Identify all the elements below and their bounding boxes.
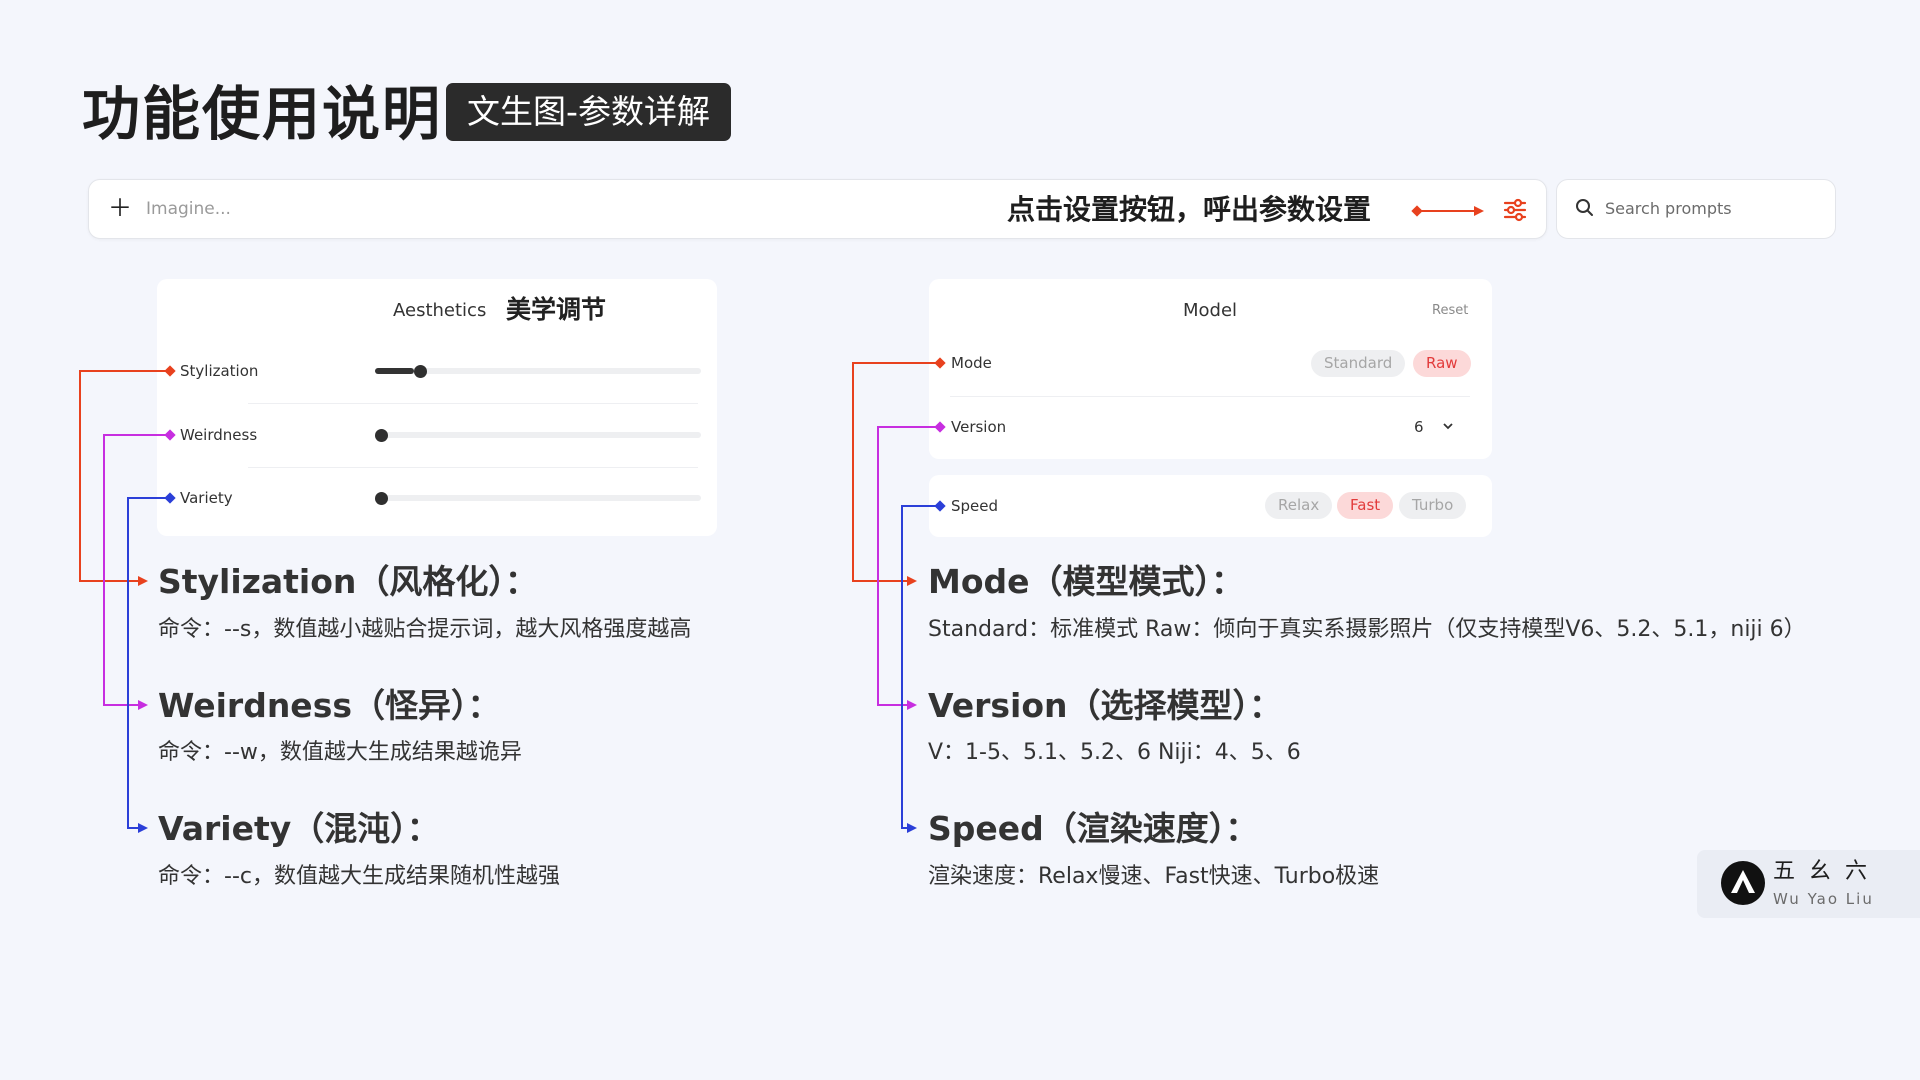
stylization-slider-fill — [375, 368, 415, 374]
imagine-input[interactable]: Imagine... — [146, 198, 231, 220]
model-title: Model — [1183, 300, 1238, 321]
connector-line — [877, 426, 939, 428]
variety-label: Variety — [180, 489, 233, 507]
divider — [950, 396, 1470, 397]
aesthetics-title-cn: 美学调节 — [506, 295, 607, 324]
stylization-heading: Stylization（风格化）： — [158, 562, 538, 601]
variety-heading: Variety（混沌）： — [158, 809, 440, 848]
plus-icon[interactable]: ＋ — [108, 193, 132, 223]
weirdness-heading: Weirdness（怪异）： — [158, 686, 501, 725]
variety-slider-track[interactable] — [375, 495, 701, 501]
hint-arrow-head — [1474, 206, 1484, 216]
speed-fast-option[interactable]: Fast — [1337, 492, 1394, 519]
stylization-description: 命令：--s，数值越小越贴合提示词，越大风格强度越高 — [158, 617, 692, 642]
connector-arrow — [907, 823, 917, 833]
page-title: 功能使用说明 — [82, 80, 443, 148]
connector-line — [79, 580, 138, 582]
mode-heading: Mode（模型模式）： — [928, 562, 1245, 601]
aesthetics-title: Aesthetics — [393, 300, 487, 321]
connector-line — [127, 497, 129, 829]
connector-line — [852, 362, 939, 364]
logo-icon — [1720, 860, 1766, 910]
variety-description: 命令：--c，数值越大生成结果随机性越强 — [158, 864, 560, 889]
mode-label: Mode — [951, 354, 992, 372]
connector-line — [103, 434, 105, 706]
connector-arrow — [907, 700, 917, 710]
version-description: V：1-5、5.1、5.2、6 Niji：4、5、6 — [928, 740, 1301, 765]
title-badge: 文生图-参数详解 — [446, 83, 731, 141]
connector-arrow — [138, 700, 148, 710]
connector-line — [103, 434, 169, 436]
reset-button[interactable]: Reset — [1432, 302, 1468, 320]
connector-line — [852, 362, 854, 582]
weirdness-description: 命令：--w，数值越大生成结果越诡异 — [158, 740, 522, 765]
connector-line — [852, 580, 907, 582]
divider — [248, 467, 698, 468]
search-input[interactable]: Search prompts — [1605, 198, 1732, 220]
variety-slider-knob[interactable] — [374, 492, 388, 505]
hint-arrow-line — [1418, 210, 1474, 212]
speed-heading: Speed（渲染速度）： — [928, 809, 1259, 848]
connector-line — [877, 426, 879, 706]
connector-line — [103, 704, 138, 706]
logo-text-en: Wu Yao Liu — [1773, 890, 1874, 908]
connector-arrow — [907, 576, 917, 586]
divider — [248, 403, 698, 404]
connector-line — [127, 827, 138, 829]
connector-line — [901, 505, 939, 507]
speed-description: 渲染速度：Relax慢速、Fast快速、Turbo极速 — [928, 864, 1380, 889]
chevron-down-icon[interactable] — [1440, 418, 1456, 438]
logo-text-cn: 五幺六 — [1773, 859, 1882, 884]
connector-line — [79, 370, 81, 582]
settings-hint: 点击设置按钮，呼出参数设置 — [1007, 193, 1372, 226]
weirdness-slider-track[interactable] — [375, 432, 701, 438]
mode-standard-option[interactable]: Standard — [1311, 350, 1406, 377]
sliders-icon[interactable] — [1500, 195, 1530, 229]
version-value[interactable]: 6 — [1414, 417, 1424, 437]
mode-description: Standard：标准模式 Raw：倾向于真实系摄影照片（仅支持模型V6、5.2… — [928, 617, 1806, 642]
connector-arrow — [138, 823, 148, 833]
connector-arrow — [138, 576, 148, 586]
connector-line — [79, 370, 169, 372]
mode-raw-option[interactable]: Raw — [1413, 350, 1471, 377]
weirdness-label: Weirdness — [180, 426, 258, 444]
weirdness-slider-knob[interactable] — [374, 429, 388, 442]
stylization-label: Stylization — [180, 362, 259, 380]
version-label: Version — [951, 418, 1007, 436]
connector-line — [901, 505, 903, 829]
version-heading: Version（选择模型）： — [928, 686, 1283, 725]
speed-relax-option[interactable]: Relax — [1265, 492, 1333, 519]
stylization-slider-knob[interactable] — [413, 365, 427, 378]
connector-line — [127, 497, 169, 499]
speed-label: Speed — [951, 497, 999, 515]
speed-turbo-option[interactable]: Turbo — [1399, 492, 1467, 519]
search-icon[interactable] — [1575, 198, 1595, 222]
